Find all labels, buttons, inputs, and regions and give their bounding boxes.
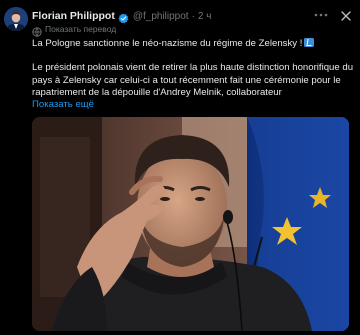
- check-box-emoji: [304, 38, 315, 47]
- close-icon[interactable]: [340, 10, 352, 23]
- post-time[interactable]: 2 ч: [198, 11, 212, 22]
- more-dots-icon[interactable]: [314, 9, 328, 24]
- verified-badge-icon: [118, 11, 129, 23]
- translate-link[interactable]: Показать перевод: [45, 24, 116, 34]
- tweet-text: La Pologne sanctionne le néo-nazisme du …: [32, 38, 354, 111]
- tweet-text-line1: La Pologne sanctionne le néo-nazisme du …: [32, 38, 354, 50]
- avatar[interactable]: [4, 7, 28, 31]
- tweet-text-body: Le président polonais vient de retirer l…: [32, 62, 354, 98]
- show-more-link[interactable]: Показать ещё: [32, 99, 354, 111]
- translate-row[interactable]: Показать перевод: [32, 24, 116, 37]
- tweet-text-headline: La Pologne sanctionne le néo-nazisme du …: [32, 38, 303, 49]
- separator-dot: ·: [191, 10, 195, 22]
- media-image[interactable]: [32, 117, 349, 331]
- tweet: Florian Philippot @f_philippot · 2 ч Пок…: [0, 0, 360, 335]
- author-name[interactable]: Florian Philippot: [32, 10, 115, 22]
- header-actions: [314, 8, 352, 24]
- tweet-header: Florian Philippot @f_philippot · 2 ч: [32, 8, 352, 24]
- author-handle[interactable]: @f_philippot: [133, 11, 189, 22]
- translate-icon: [32, 24, 42, 37]
